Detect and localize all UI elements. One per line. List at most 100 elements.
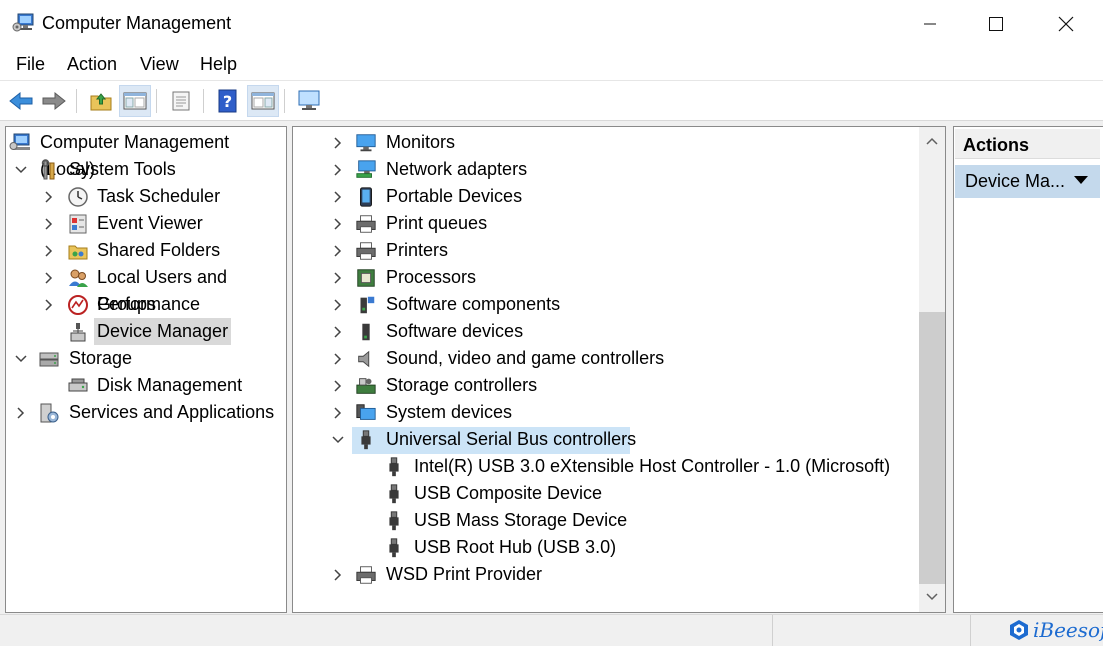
tree-item-device-manager[interactable]: Device Manager	[94, 318, 232, 345]
back-button[interactable]	[5, 85, 37, 117]
chevron-right-icon[interactable]	[330, 291, 346, 318]
chevron-down-icon[interactable]	[13, 156, 29, 183]
device-category-printers[interactable]: Printers	[383, 237, 451, 264]
minimize-button[interactable]	[897, 0, 963, 48]
tree-item-event-viewer[interactable]: Event Viewer	[94, 210, 206, 237]
show-hide-action-pane-icon	[251, 92, 275, 110]
chevron-right-icon[interactable]	[330, 318, 346, 345]
tree-item-task-scheduler[interactable]: Task Scheduler	[94, 183, 223, 210]
tree-item-disk-management[interactable]: Disk Management	[94, 372, 245, 399]
chevron-right-icon[interactable]	[330, 210, 346, 237]
device-category-software-components[interactable]: Software components	[383, 291, 563, 318]
tree-item-computer-management[interactable]: Computer Management (Local)	[37, 129, 286, 179]
chevron-right-icon[interactable]	[41, 264, 57, 291]
show-hide-tree-button[interactable]	[119, 85, 151, 117]
menu-action[interactable]: Action	[67, 54, 117, 75]
monitor-icon	[355, 132, 377, 154]
chevron-right-icon[interactable]	[13, 399, 29, 426]
device-item-usb-root-hub[interactable]: USB Root Hub (USB 3.0)	[411, 534, 619, 561]
services-icon	[38, 402, 60, 424]
maximize-button[interactable]	[963, 0, 1029, 48]
tree-item-system-tools[interactable]: System Tools	[66, 156, 179, 183]
monitor-icon	[298, 90, 320, 110]
printer-icon	[355, 240, 377, 262]
chevron-right-icon[interactable]	[41, 237, 57, 264]
clock-icon	[67, 186, 89, 208]
chevron-right-icon[interactable]	[330, 237, 346, 264]
up-button[interactable]	[85, 85, 117, 117]
tree-item-services-and-applications[interactable]: Services and Applications	[66, 399, 277, 426]
software-device-icon	[355, 321, 377, 343]
usb-icon	[383, 537, 405, 559]
device-category-sound-video-game-controllers[interactable]: Sound, video and game controllers	[383, 345, 667, 372]
device-category-storage-controllers[interactable]: Storage controllers	[383, 372, 540, 399]
bee-logo-icon	[1010, 620, 1028, 640]
show-hide-action-pane-button[interactable]	[247, 85, 279, 117]
svg-text:?: ?	[223, 92, 232, 111]
chevron-right-icon[interactable]	[41, 291, 57, 318]
usb-icon	[383, 483, 405, 505]
system-device-icon	[355, 402, 377, 424]
device-category-system-devices[interactable]: System devices	[383, 399, 515, 426]
scroll-down-icon[interactable]	[919, 587, 945, 607]
tree-item-local-users-and-groups[interactable]: Local Users and Groups	[94, 264, 286, 314]
chevron-right-icon[interactable]	[330, 156, 346, 183]
chevron-down-icon[interactable]	[13, 345, 29, 372]
caret-down-icon[interactable]	[1074, 176, 1088, 184]
window-title: Computer Management	[42, 13, 232, 33]
chevron-right-icon[interactable]	[330, 345, 346, 372]
tree-item-performance[interactable]: Performance	[94, 291, 203, 318]
speaker-icon	[355, 348, 377, 370]
scroll-up-icon[interactable]	[919, 131, 945, 151]
device-category-monitors[interactable]: Monitors	[383, 129, 458, 156]
properties-button[interactable]	[165, 85, 197, 117]
menu-help[interactable]: Help	[200, 54, 237, 75]
software-component-icon	[355, 294, 377, 316]
users-icon	[67, 267, 89, 289]
device-category-software-devices[interactable]: Software devices	[383, 318, 526, 345]
device-item-usb-mass-storage-device[interactable]: USB Mass Storage Device	[411, 507, 630, 534]
vertical-scrollbar[interactable]	[919, 127, 945, 612]
chevron-right-icon[interactable]	[41, 183, 57, 210]
menu-view[interactable]: View	[140, 54, 179, 75]
status-bar	[0, 614, 1103, 646]
device-category-print-queues[interactable]: Print queues	[383, 210, 490, 237]
menu-file[interactable]: File	[16, 54, 45, 75]
actions-item-label: Device Ma...	[965, 171, 1066, 191]
device-category-processors[interactable]: Processors	[383, 264, 479, 291]
chevron-right-icon[interactable]	[330, 399, 346, 426]
actions-device-manager-item[interactable]: Device Ma...	[955, 165, 1100, 198]
device-category-wsd-print-provider[interactable]: WSD Print Provider	[383, 561, 545, 588]
forward-button[interactable]	[38, 85, 70, 117]
performance-icon	[67, 294, 89, 316]
toolbar-separator	[284, 89, 285, 113]
properties-icon	[172, 91, 190, 111]
chevron-right-icon[interactable]	[330, 264, 346, 291]
tools-icon	[38, 159, 60, 181]
help-button[interactable]: ?	[212, 85, 244, 117]
close-button[interactable]	[1033, 0, 1099, 48]
scan-hardware-button[interactable]	[293, 85, 325, 117]
tree-item-shared-folders[interactable]: Shared Folders	[94, 237, 223, 264]
toolbar-separator	[203, 89, 204, 113]
chevron-right-icon[interactable]	[330, 561, 346, 588]
device-category-network-adapters[interactable]: Network adapters	[383, 156, 530, 183]
tree-item-storage[interactable]: Storage	[66, 345, 135, 372]
maximize-icon	[989, 17, 1003, 31]
device-category-portable-devices[interactable]: Portable Devices	[383, 183, 525, 210]
chevron-right-icon[interactable]	[41, 210, 57, 237]
console-tree: Computer Management (Local) System Tools…	[5, 126, 287, 613]
device-category-usb-controllers[interactable]: Universal Serial Bus controllers	[383, 426, 639, 453]
chevron-right-icon[interactable]	[330, 372, 346, 399]
portable-device-icon	[355, 186, 377, 208]
device-item-usb-composite-device[interactable]: USB Composite Device	[411, 480, 605, 507]
usb-icon	[355, 429, 377, 451]
chevron-right-icon[interactable]	[330, 129, 346, 156]
chevron-right-icon[interactable]	[330, 183, 346, 210]
disk-icon	[67, 375, 89, 397]
chevron-down-icon[interactable]	[330, 426, 346, 453]
scrollbar-thumb[interactable]	[919, 312, 945, 584]
toolbar: ?	[0, 81, 1103, 121]
menu-bar: File Action View Help	[0, 48, 1103, 81]
device-item-intel-usb-host-controller[interactable]: Intel(R) USB 3.0 eXtensible Host Control…	[411, 453, 893, 480]
